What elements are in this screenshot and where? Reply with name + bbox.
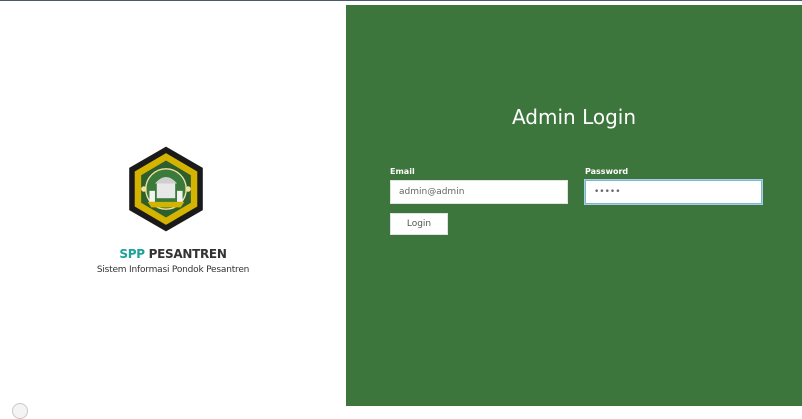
login-title: Admin Login xyxy=(511,105,637,129)
email-field[interactable] xyxy=(390,180,568,204)
brand-title: SPP PESANTREN xyxy=(0,247,346,261)
brand-name: PESANTREN xyxy=(144,247,227,261)
password-label: Password xyxy=(585,167,629,176)
brand-subtitle: Sistem Informasi Pondok Pesantren xyxy=(96,265,250,275)
pesantren-emblem-icon xyxy=(129,146,203,232)
branding-panel: SPP PESANTREN Sistem Informasi Pondok Pe… xyxy=(0,5,346,419)
login-button[interactable]: Login xyxy=(390,213,448,235)
login-panel: Admin Login Email Password Login xyxy=(346,5,802,406)
email-label: Email xyxy=(390,167,415,176)
password-field[interactable] xyxy=(585,180,762,204)
brand-accent: SPP xyxy=(119,247,145,261)
corner-circle xyxy=(12,403,28,419)
